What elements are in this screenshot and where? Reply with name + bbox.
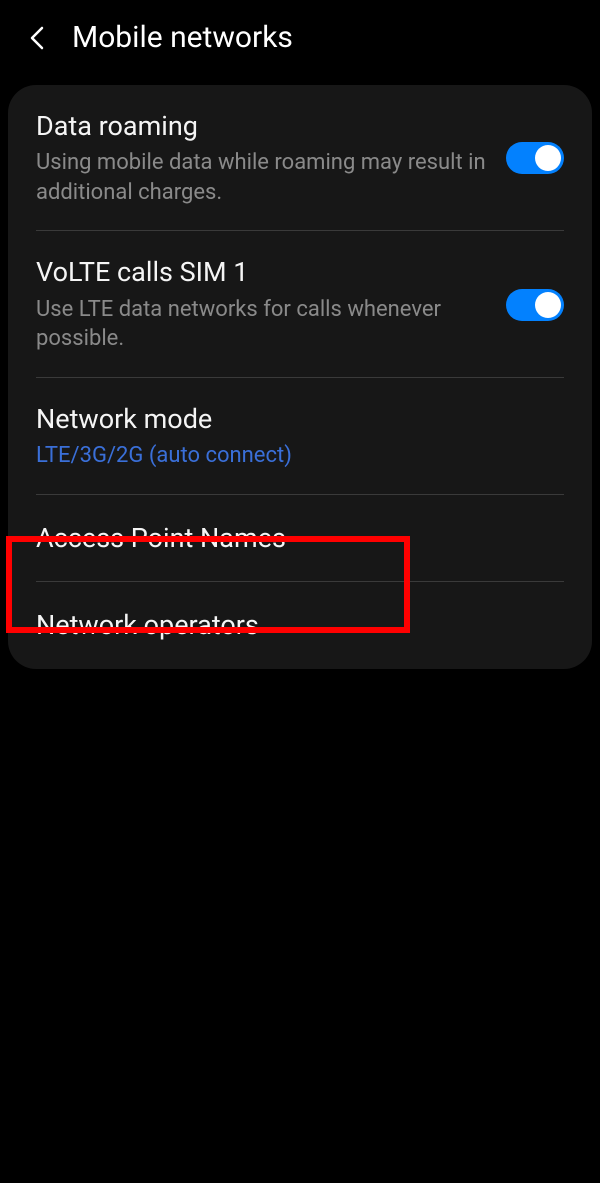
setting-network-mode[interactable]: Network mode LTE/3G/2G (auto connect) [8, 378, 592, 495]
header: Mobile networks [0, 0, 600, 85]
setting-text: Network mode LTE/3G/2G (auto connect) [36, 402, 564, 471]
setting-desc: Use LTE data networks for calls whenever… [36, 295, 486, 354]
setting-title: Data roaming [36, 109, 486, 144]
back-icon[interactable] [24, 24, 52, 52]
toggle-data-roaming[interactable] [506, 142, 564, 174]
toggle-knob [535, 145, 561, 171]
setting-text: Access Point Names [36, 521, 564, 556]
setting-text: Network operators [36, 608, 564, 643]
toggle-knob [535, 292, 561, 318]
setting-title: Access Point Names [36, 521, 544, 556]
page-title: Mobile networks [72, 20, 293, 55]
setting-title: Network mode [36, 402, 544, 437]
setting-volte[interactable]: VoLTE calls SIM 1 Use LTE data networks … [8, 231, 592, 377]
setting-value: LTE/3G/2G (auto connect) [36, 441, 544, 471]
setting-data-roaming[interactable]: Data roaming Using mobile data while roa… [8, 85, 592, 231]
setting-text: VoLTE calls SIM 1 Use LTE data networks … [36, 255, 506, 353]
setting-network-operators[interactable]: Network operators [8, 582, 592, 669]
settings-panel: Data roaming Using mobile data while roa… [8, 85, 592, 669]
setting-title: Network operators [36, 608, 544, 643]
setting-apn[interactable]: Access Point Names [8, 495, 592, 582]
setting-title: VoLTE calls SIM 1 [36, 255, 486, 290]
toggle-volte[interactable] [506, 289, 564, 321]
setting-text: Data roaming Using mobile data while roa… [36, 109, 506, 207]
setting-desc: Using mobile data while roaming may resu… [36, 148, 486, 207]
